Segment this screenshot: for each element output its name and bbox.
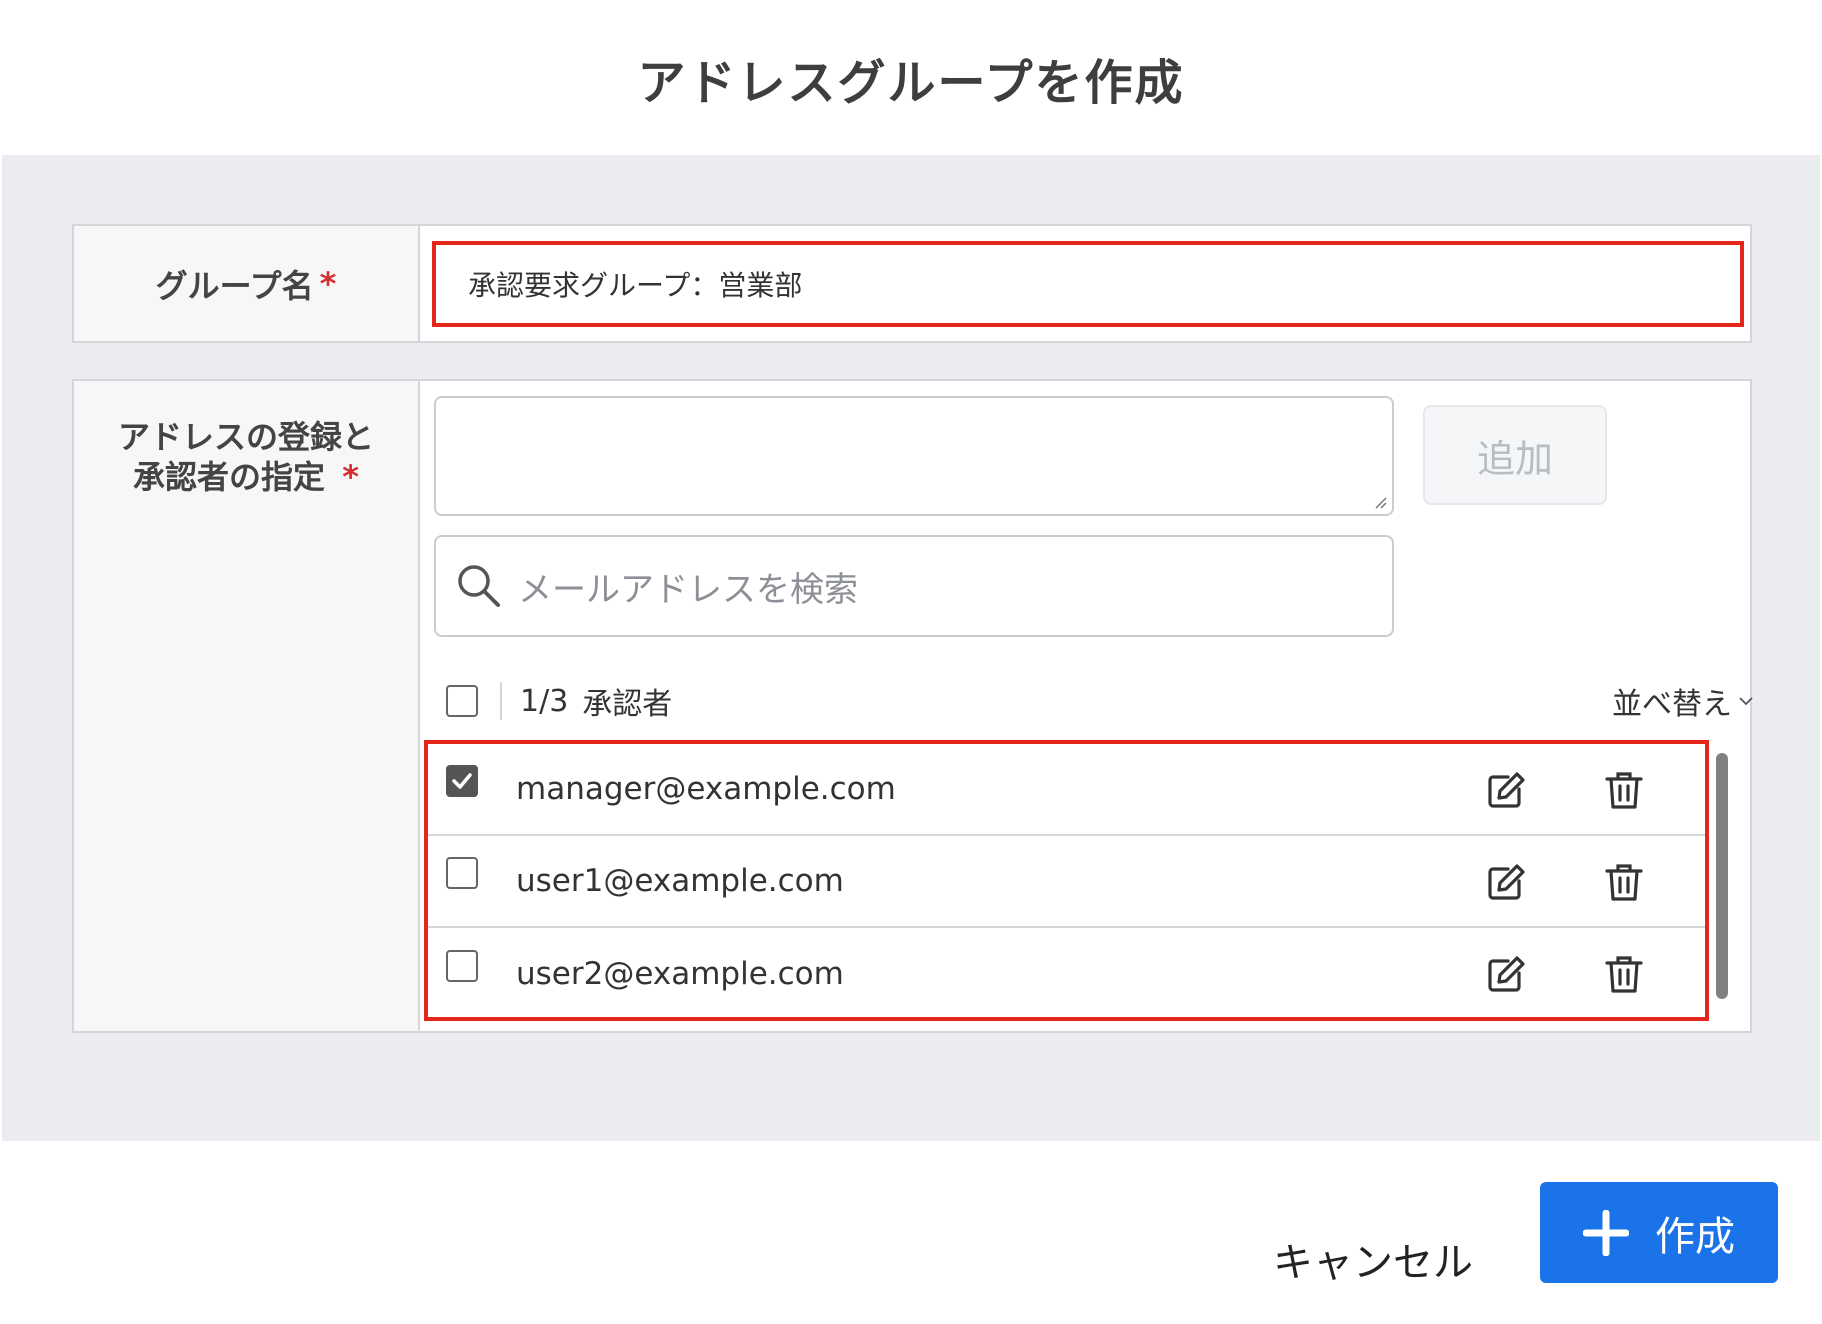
group-name-label-cell: グループ名 * [74,226,420,341]
dialog-title: アドレスグループを作成 [637,54,1185,111]
group-name-row: グループ名 * 承認要求グループ：営業部 [72,224,1752,343]
plus-icon [1583,1209,1629,1256]
edit-icon[interactable] [1484,768,1528,812]
create-label: 作成 [1655,1213,1735,1260]
address-textarea[interactable] [434,396,1394,516]
list-scrollbar[interactable] [1716,753,1728,999]
select-all-checkbox[interactable] [446,685,478,717]
required-mark: * [319,264,337,303]
address-list: manager@example.com user1@example.com us… [424,740,1709,1021]
address-row: アドレスの登録と 承認者の指定 * 追加 メールアドレスを検索 1/3 承認者 … [72,379,1753,1033]
selected-count: 1/3 [520,683,569,719]
list-item: user2@example.com [428,928,1705,1020]
create-button[interactable]: 作成 [1540,1182,1778,1283]
dialog-footer: キャンセル 作成 [0,1141,1822,1324]
row-checkbox[interactable] [446,950,478,982]
sort-dropdown[interactable]: 並べ替え [1612,679,1754,723]
email-address: manager@example.com [516,771,896,807]
approver-label: 承認者 [582,687,673,722]
row-checkbox[interactable] [446,765,478,797]
group-name-input[interactable]: 承認要求グループ：営業部 [432,241,1744,327]
trash-icon[interactable] [1602,860,1646,904]
group-name-content: 承認要求グループ：営業部 [420,226,1750,341]
edit-icon[interactable] [1484,860,1528,904]
chevron-down-icon [1739,697,1753,706]
resize-grip-icon[interactable] [1372,494,1388,510]
divider [500,682,502,720]
address-label-line2-wrap: 承認者の指定 * [74,457,418,497]
required-mark: * [342,458,359,496]
address-list-header: 1/3 承認者 並べ替え [434,671,1754,731]
address-label-cell: アドレスの登録と 承認者の指定 * [74,381,420,1031]
email-address: user1@example.com [516,863,844,899]
email-address: user2@example.com [516,956,844,992]
group-name-label: グループ名 [155,266,314,305]
search-icon [458,565,500,607]
create-address-group-dialog: アドレスグループを作成 グループ名 * 承認要求グループ：営業部 アドレスの登録… [0,0,1822,1324]
email-search-field[interactable]: メールアドレスを検索 [434,535,1394,637]
dialog-body: グループ名 * 承認要求グループ：営業部 アドレスの登録と 承認者の指定 * 追… [2,155,1820,1141]
checkmark-icon [452,773,472,789]
dialog-header: アドレスグループを作成 [0,0,1822,155]
trash-icon[interactable] [1602,952,1646,996]
address-label-line1: アドレスの登録と [117,418,374,456]
search-placeholder: メールアドレスを検索 [518,569,858,610]
list-item: user1@example.com [428,836,1705,928]
address-content: 追加 メールアドレスを検索 1/3 承認者 並べ替え manager@examp… [420,381,1753,1031]
group-name-value: 承認要求グループ：営業部 [468,269,803,302]
trash-icon[interactable] [1602,768,1646,812]
add-button[interactable]: 追加 [1423,405,1607,505]
cancel-button[interactable]: キャンセル [1258,1211,1488,1307]
address-label-line2: 承認者の指定 [133,458,326,496]
sort-label: 並べ替え [1612,687,1732,722]
list-item: manager@example.com [428,744,1705,836]
edit-icon[interactable] [1484,952,1528,996]
row-checkbox[interactable] [446,857,478,889]
